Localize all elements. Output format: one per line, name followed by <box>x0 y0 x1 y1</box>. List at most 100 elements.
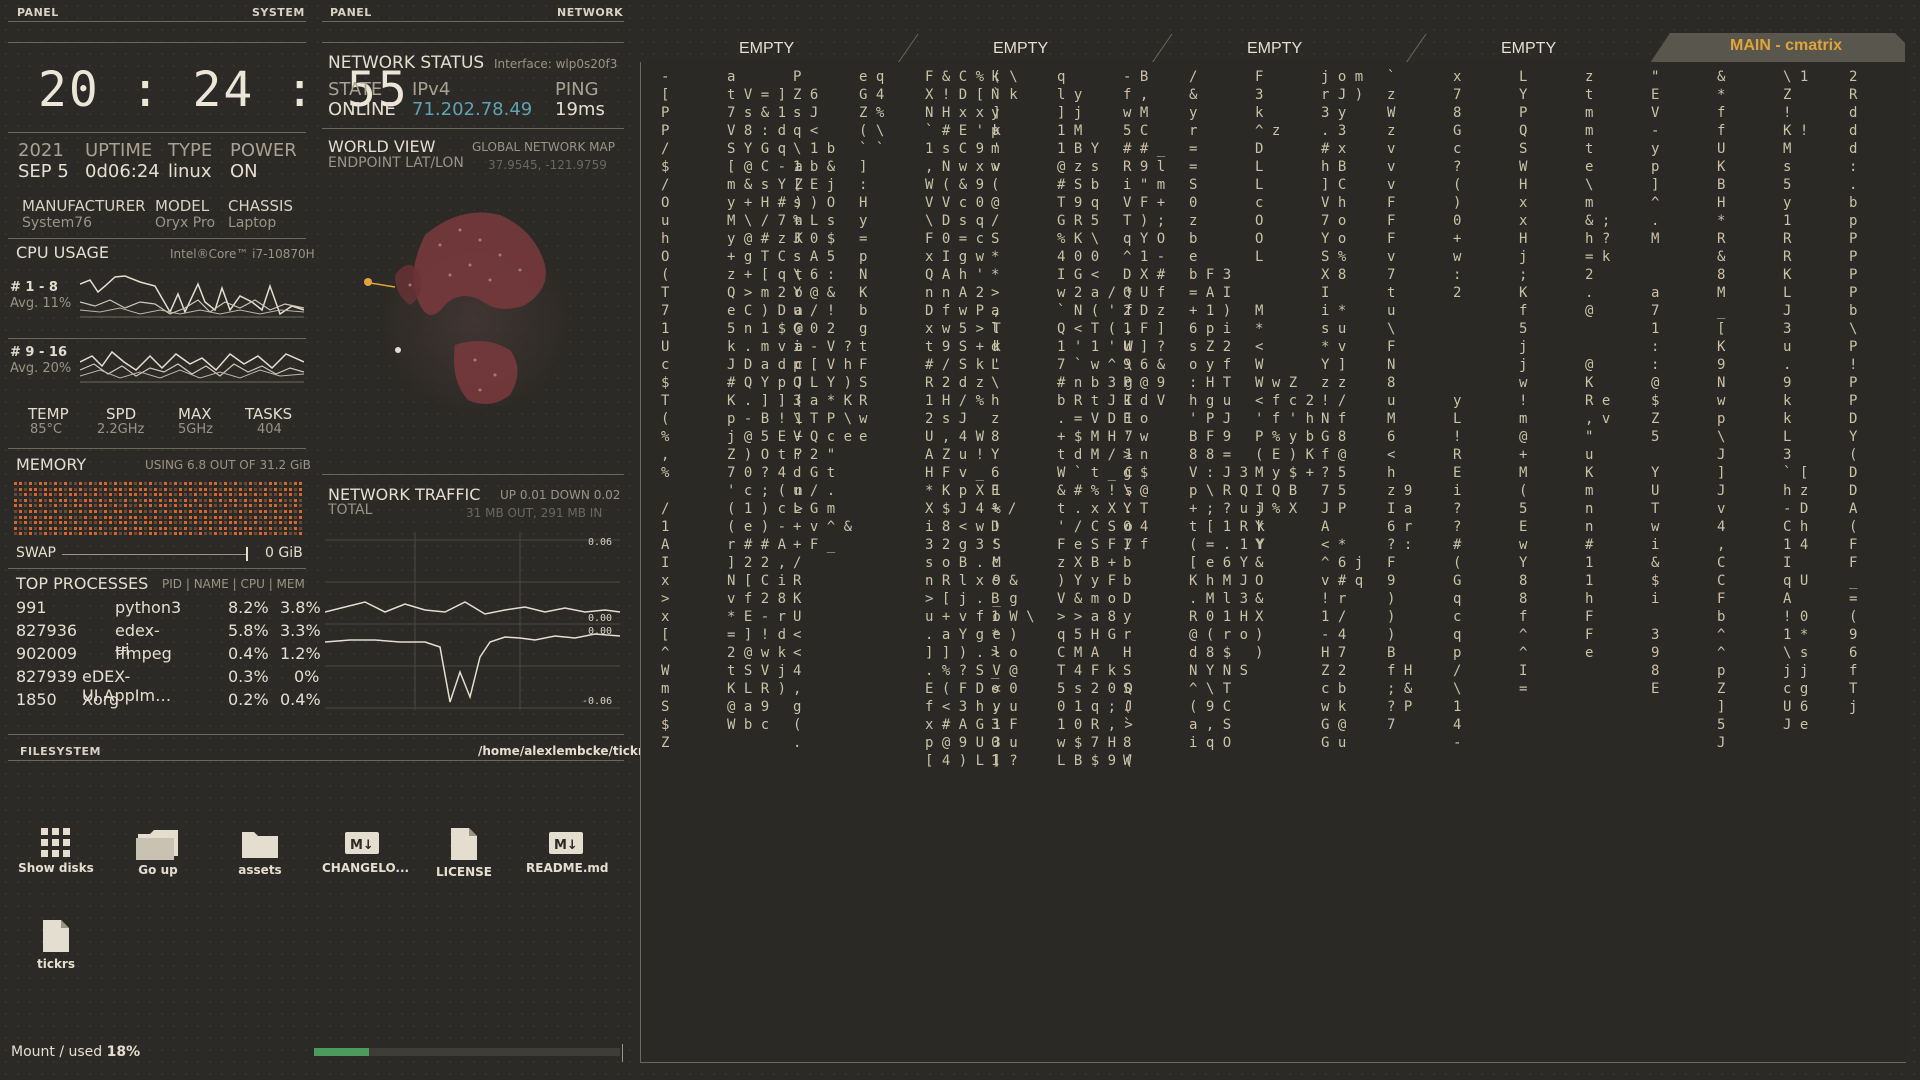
chassis-value: Laptop <box>228 215 277 231</box>
fs-item-label: assets <box>238 863 282 877</box>
network-interface: Interface: wlp0s20f3 <box>494 57 618 71</box>
matrix-column: \ 1 Z ! K ! M s 5 y 1 R R K L J 3 u . 9 … <box>1783 69 1809 733</box>
divider <box>8 338 306 339</box>
fs-item-assets[interactable]: assets <box>220 828 300 877</box>
terminal-window[interactable]: - [ P P / $ / O u h O ( T 7 1 U c $ T ( … <box>640 62 1906 1063</box>
tasks-value: 404 <box>257 422 282 437</box>
matrix-column: / & y r = = S 0 z b e b F 3 = A I + 1 ) … <box>1189 69 1265 751</box>
matrix-column: & * f f U K B H * R & 8 M _ [ K 9 N w p … <box>1717 69 1726 751</box>
divider <box>8 448 306 449</box>
tab-empty-1[interactable]: EMPTY <box>739 40 794 58</box>
type-label: TYPE <box>168 140 213 161</box>
process-name: python3 <box>115 598 182 617</box>
process-mem: 0% <box>294 667 320 686</box>
matrix-column: F & C % ( \ X ! D [ ` k N H x x ] ` # E … <box>925 69 1035 769</box>
swap-bar-end <box>246 547 248 561</box>
fs-item-label: LICENSE <box>436 865 492 879</box>
ipv4-value: 71.202.78.49 <box>412 99 533 120</box>
filesystem-path: /home/alexlembcke/tickrs <box>478 744 651 758</box>
mount-bar-track <box>314 1048 620 1056</box>
fs-item-go-up[interactable]: Go up <box>118 826 198 877</box>
endpoint-value: 37.9545, -121.9759 <box>488 158 607 172</box>
fs-item-label: Go up <box>138 863 178 877</box>
folder-icon <box>242 832 278 858</box>
spd-value: 2.2GHz <box>97 422 145 437</box>
matrix-column: L Y P Q S W H x x H j ; K f 5 j j w ! m … <box>1519 69 1528 697</box>
fs-item-readme[interactable]: M↓ README.md <box>526 828 608 875</box>
network-panel-left-header: PANEL <box>330 6 372 19</box>
process-mem: 1.2% <box>280 644 321 663</box>
process-pid: 1850 <box>16 690 57 709</box>
cpu-group1-avg: Avg. 11% <box>10 296 72 311</box>
tab-empty-3[interactable]: EMPTY <box>1247 40 1302 58</box>
system-panel-left-header: PANEL <box>17 6 59 19</box>
filesystem-label: FILESYSTEM <box>20 745 101 758</box>
network-traffic-graph <box>325 532 620 710</box>
markdown-icon: M↓ <box>549 832 583 854</box>
tab-empty-4[interactable]: EMPTY <box>1501 40 1556 58</box>
tab-empty-2[interactable]: EMPTY <box>993 40 1048 58</box>
global-map-label: GLOBAL NETWORK MAP <box>472 140 615 154</box>
ping-value: 19ms <box>555 99 605 120</box>
memory-grid <box>14 482 304 538</box>
divider <box>8 21 306 22</box>
model-label: MODEL <box>155 197 210 215</box>
mount-label: Mount / used 18% <box>11 1044 140 1060</box>
process-pid: 827939 <box>16 667 78 686</box>
process-pid: 902009 <box>16 644 78 663</box>
fs-item-label: Show disks <box>18 861 94 875</box>
memory-label: MEMORY <box>16 455 87 474</box>
process-cpu: 0.4% <box>228 644 269 663</box>
matrix-column: ` z W z v v v F F F v 7 t u \ F N 8 u M … <box>1387 69 1413 733</box>
svg-text:M↓: M↓ <box>350 838 374 853</box>
process-name: ffmpeg <box>115 644 172 663</box>
process-mem: 0.4% <box>280 690 321 709</box>
mount-value: 18% <box>106 1044 141 1060</box>
divider <box>8 568 306 569</box>
matrix-column: F 3 k ^ z D L L c O O L M * < W W w Z < … <box>1255 69 1315 661</box>
matrix-column: a t V = ] 7 s & 1 V 8 : d S Y G q [ @ C … <box>727 69 803 733</box>
svg-text:M↓: M↓ <box>554 838 578 853</box>
tasks-label: TASKS <box>245 405 293 423</box>
graph-label-mid2: 0.00 <box>588 626 613 637</box>
swap-value: 0 GiB <box>265 545 303 561</box>
swap-label: SWAP <box>16 545 56 561</box>
matrix-column: q l y ] j 1 M 1 B Y @ z s # S b T 9 q G … <box>1057 69 1133 769</box>
tab-main-cmatrix[interactable]: MAIN - cmatrix <box>1730 37 1842 55</box>
graph-label-bottom: -0.06 <box>582 696 613 707</box>
traffic-total-label: TOTAL <box>328 502 373 518</box>
matrix-column: j o m r J ) 3 y . 3 # x h B ] C V h 7 o … <box>1321 69 1364 751</box>
process-name: Xorg <box>82 690 120 709</box>
model-value: Oryx Pro <box>155 215 216 231</box>
matrix-column: k N y p m w ( @ / S * * > a l d L \ h z … <box>991 69 1017 769</box>
temp-value: 85°C <box>30 422 63 437</box>
temp-label: TEMP <box>28 405 69 423</box>
matrix-column: - B f , w M 5 C # # _ R 9 l i " m V F + … <box>1123 69 1166 769</box>
traffic-total-value: 31 MB OUT, 291 MB IN <box>466 506 603 520</box>
process-pid: 827936 <box>16 621 78 640</box>
fs-item-tickrs[interactable]: tickrs <box>16 918 96 971</box>
fs-item-changelog[interactable]: M↓ CHANGELO... <box>322 828 409 875</box>
fs-item-license[interactable]: LICENSE <box>424 826 504 879</box>
matrix-column: z t m m t e \ m & ; h ? = k 2 . @ @ K R … <box>1585 69 1611 661</box>
max-value: 5GHz <box>178 422 213 437</box>
process-cpu: 5.8% <box>228 621 269 640</box>
divider <box>8 42 306 43</box>
network-status-label: NETWORK STATUS <box>328 53 485 73</box>
memory-usage: USING 6.8 OUT OF 31.2 GiB <box>145 458 311 472</box>
process-cpu: 8.2% <box>228 598 269 617</box>
swap-bar <box>62 554 246 555</box>
fs-item-label: tickrs <box>36 957 75 971</box>
matrix-column: e q G 4 Z % ( \ ` ` ] : H y = p N K b g … <box>859 69 885 445</box>
fs-item-show-disks[interactable]: Show disks <box>16 828 96 875</box>
network-panel-right-header: NETWORK <box>557 6 624 19</box>
world-view-label: WORLD VIEW <box>328 137 436 156</box>
matrix-column: x 7 8 G c ? ( ) 0 + w : 2 y L ! R E i ? … <box>1453 69 1462 751</box>
file-icon <box>43 920 69 952</box>
max-label: MAX <box>178 405 212 423</box>
divider <box>8 132 306 133</box>
process-mem: 3.3% <box>280 621 321 640</box>
cpu-group1-label: # 1 - 8 <box>10 280 58 295</box>
divider <box>8 734 624 735</box>
power-label: POWER <box>230 140 297 161</box>
